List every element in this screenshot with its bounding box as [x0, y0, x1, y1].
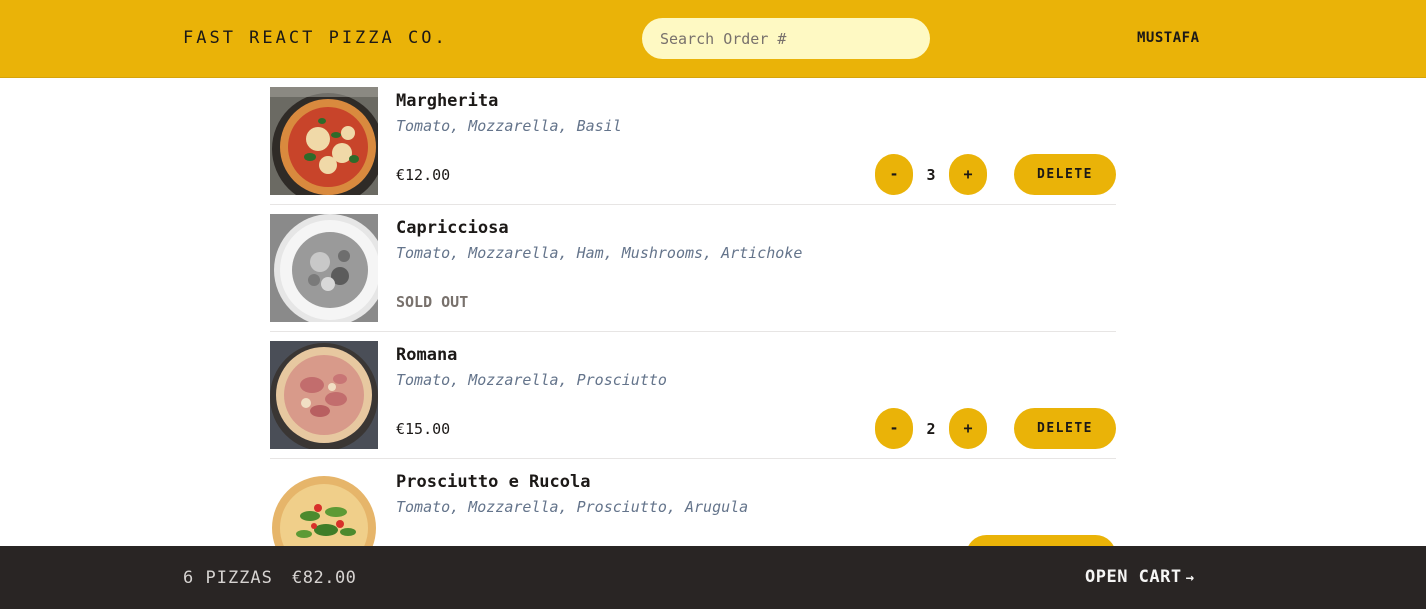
menu-item-margherita: Margherita Tomato, Mozzarella, Basil €12…	[270, 78, 1116, 205]
pizza-name: Prosciutto e Rucola	[396, 472, 591, 492]
sold-out-label: SOLD OUT	[396, 293, 469, 311]
app-header: FAST REACT PIZZA CO. MUSTAFA	[0, 0, 1426, 78]
arrow-right-icon: →	[1185, 570, 1195, 586]
item-quantity: 3	[926, 166, 936, 184]
search-order-input[interactable]	[642, 18, 930, 59]
pizza-name: Romana	[396, 345, 458, 365]
decrease-quantity-button[interactable]: -	[875, 154, 913, 195]
pizza-ingredients: Tomato, Mozzarella, Basil	[396, 117, 622, 135]
open-cart-label: OPEN CART	[1085, 567, 1182, 587]
pizza-name: Margherita	[396, 91, 499, 111]
pizza-ingredients: Tomato, Mozzarella, Prosciutto, Arugula	[396, 498, 749, 516]
delete-item-button[interactable]: DELETE	[1014, 154, 1116, 195]
app-logo[interactable]: FAST REACT PIZZA CO.	[183, 28, 448, 48]
cart-pizza-count: 6 PIZZAS	[183, 568, 273, 588]
decrease-quantity-button[interactable]: -	[875, 408, 913, 449]
pizza-image-margherita	[270, 87, 378, 195]
pizza-image-romana	[270, 341, 378, 449]
menu-list: Margherita Tomato, Mozzarella, Basil €12…	[270, 78, 1116, 546]
pizza-image-capricciosa	[270, 214, 378, 322]
cart-total-price: €82.00	[292, 568, 357, 588]
menu-item-prosciutto-e-rucola: Prosciutto e Rucola Tomato, Mozzarella, …	[270, 459, 1116, 546]
increase-quantity-button[interactable]: +	[949, 408, 987, 449]
pizza-ingredients: Tomato, Mozzarella, Prosciutto	[396, 371, 667, 389]
pizza-ingredients: Tomato, Mozzarella, Ham, Mushrooms, Arti…	[396, 244, 803, 262]
increase-quantity-button[interactable]: +	[949, 154, 987, 195]
username: MUSTAFA	[1137, 30, 1200, 46]
pizza-image-prosciutto-e-rucola	[270, 468, 378, 546]
cart-overview: 6 PIZZAS €82.00 OPEN CART →	[0, 546, 1426, 609]
menu-item-capricciosa: Capricciosa Tomato, Mozzarella, Ham, Mus…	[270, 205, 1116, 332]
pizza-name: Capricciosa	[396, 218, 509, 238]
pizza-price: €15.00	[396, 420, 451, 438]
delete-item-button[interactable]: DELETE	[1014, 408, 1116, 449]
open-cart-link[interactable]: OPEN CART →	[1085, 567, 1195, 587]
pizza-price: €12.00	[396, 166, 451, 184]
add-to-cart-button[interactable]	[966, 535, 1116, 546]
item-quantity: 2	[926, 420, 936, 438]
menu-item-romana: Romana Tomato, Mozzarella, Prosciutto €1…	[270, 332, 1116, 459]
